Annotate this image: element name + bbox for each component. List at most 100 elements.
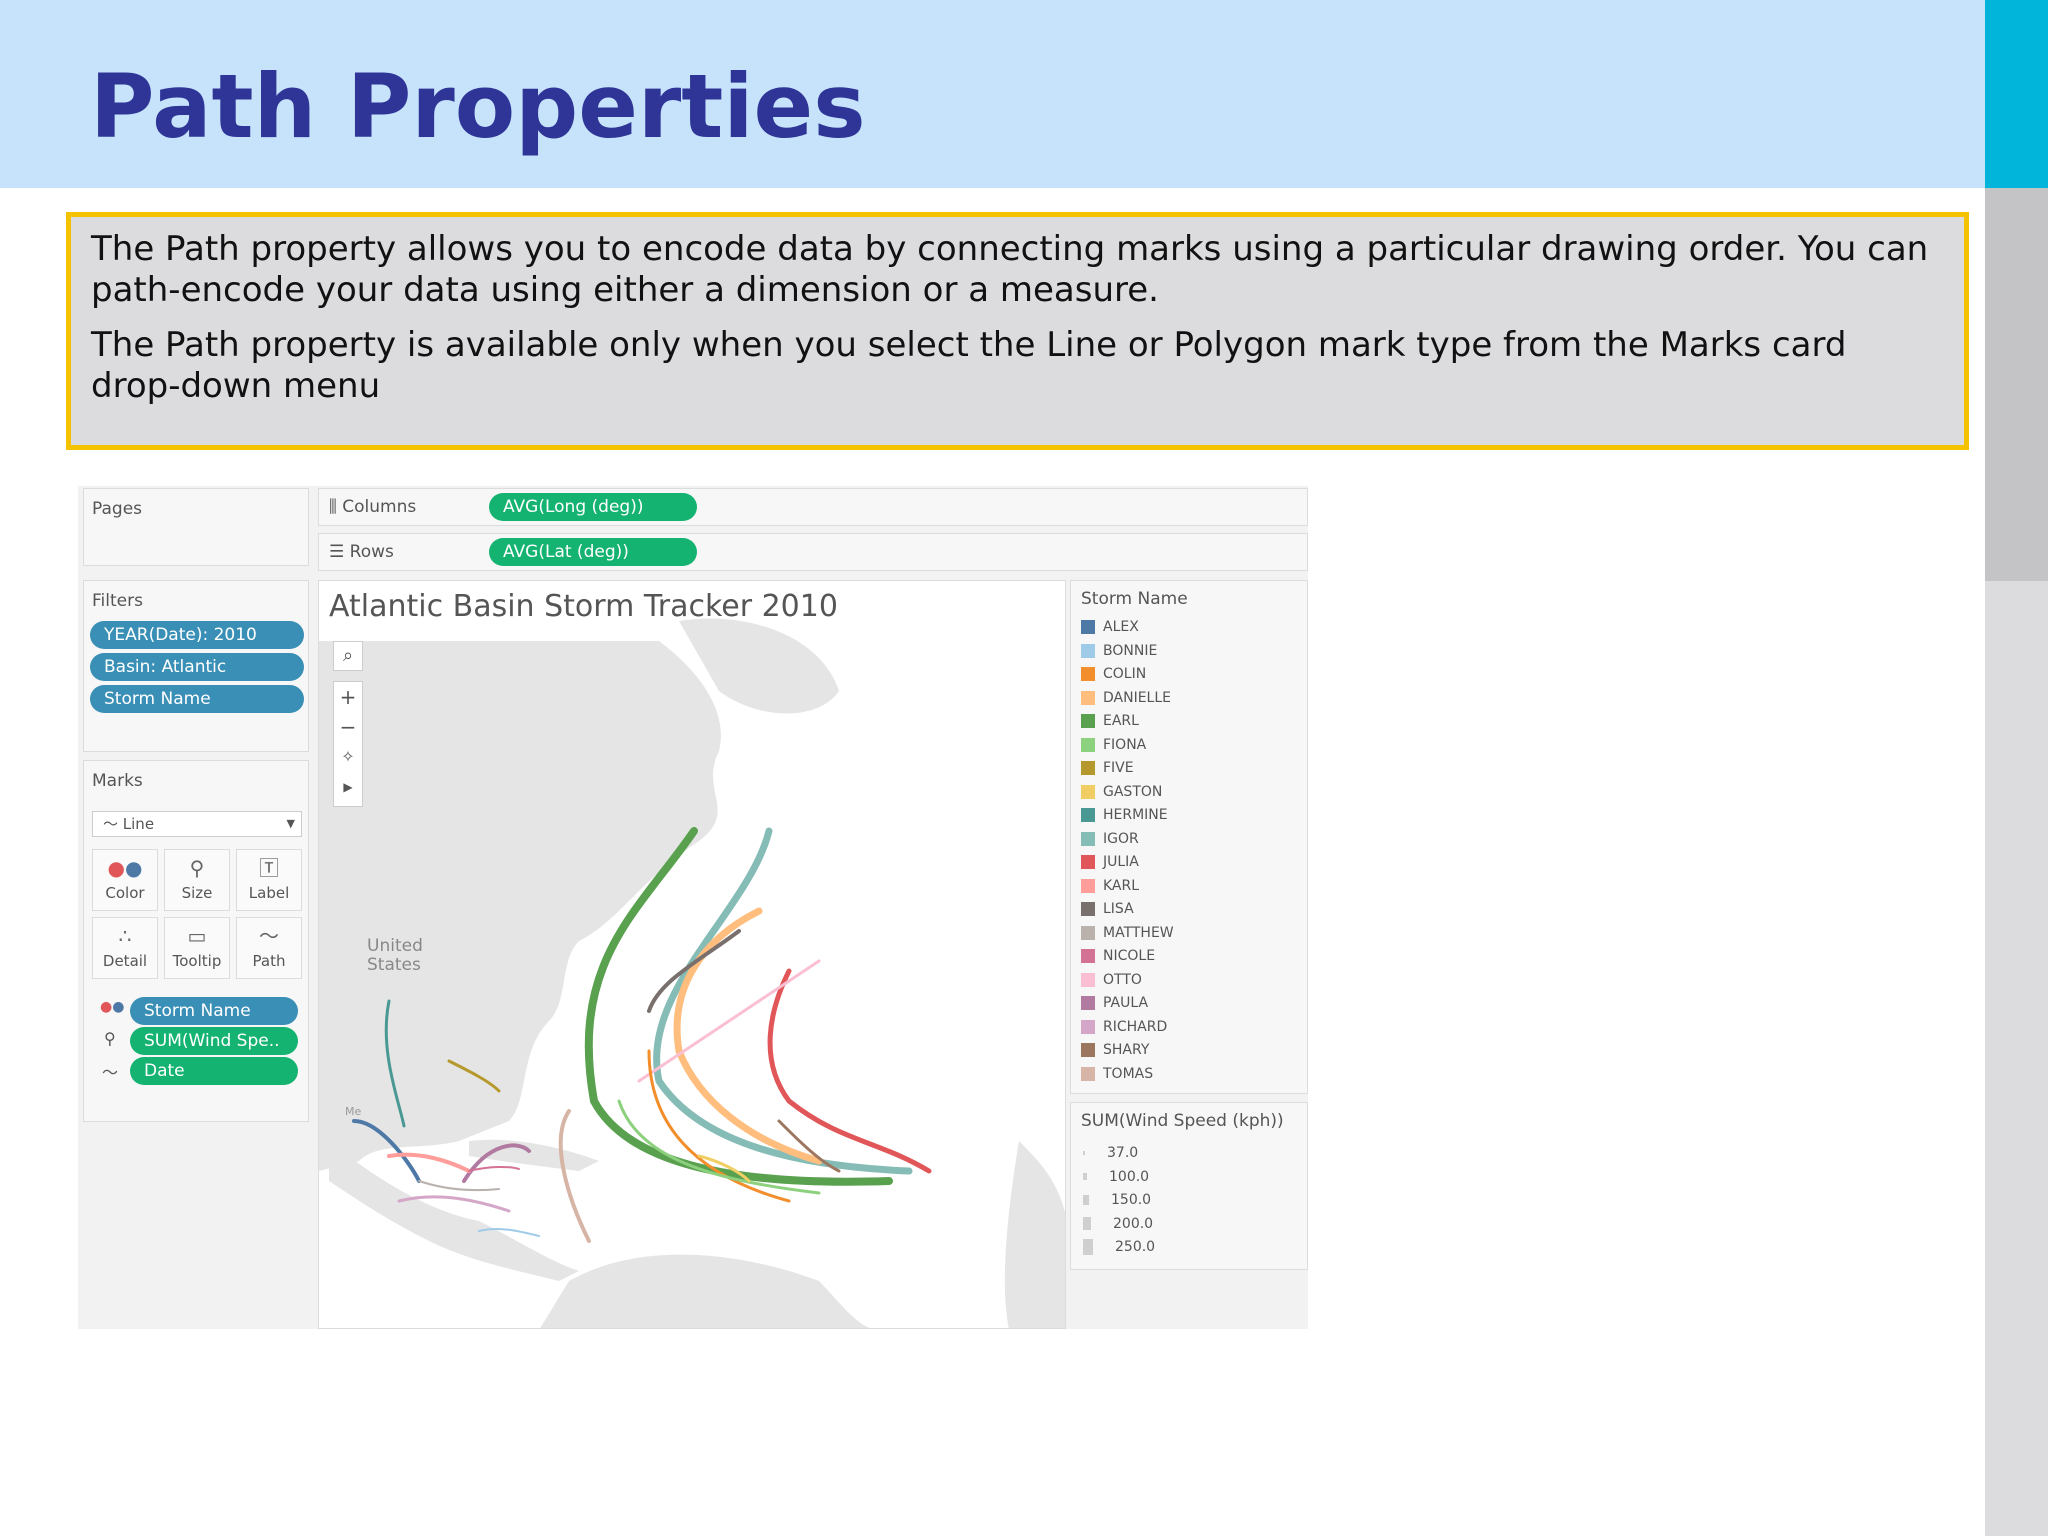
legend-item-label: EARL	[1103, 713, 1139, 729]
storm-track-tomas[interactable]	[558, 1109, 591, 1243]
legend-item-label: OTTO	[1103, 971, 1142, 988]
storm-track-karl[interactable]	[387, 1152, 471, 1173]
marks-field-wind-speed[interactable]: SUM(Wind Spe..	[130, 1027, 298, 1055]
legend-swatch	[1081, 902, 1095, 916]
storm-legend-item[interactable]: SHARY	[1081, 1042, 1149, 1062]
zoom-out-icon[interactable]: −	[334, 712, 362, 742]
filter-pill-year[interactable]: YEAR(Date): 2010	[90, 621, 304, 649]
legend-item-label: PAULA	[1103, 995, 1149, 1011]
legend-item-label: JULIA	[1103, 854, 1139, 870]
description-paragraph-2: The Path property is available only when…	[91, 325, 1847, 406]
storm-name-legend[interactable]: Storm Name ALEX BONNIE COLIN DANIELLE EARL FI…	[1070, 580, 1308, 1094]
marks-field-date[interactable]: Date	[130, 1057, 298, 1085]
marks-size-button[interactable]: ⚲ Size	[164, 849, 230, 911]
size-legend-label: 150.0	[1111, 1192, 1152, 1208]
mark-type-value: Line	[122, 815, 155, 833]
wind-speed-legend[interactable]: SUM(Wind Speed (kph)) 37.0 100.0 150.0 200.…	[1070, 1102, 1308, 1270]
marks-field-storm-name[interactable]: Storm Name	[130, 997, 298, 1025]
storm-legend-item[interactable]: BONNIE	[1081, 643, 1157, 663]
marks-color-button[interactable]: ●● Color	[92, 849, 158, 911]
rows-label: ☰ Rows	[329, 542, 394, 562]
legend-swatch	[1081, 737, 1095, 752]
storm-legend-item[interactable]: TOMAS	[1081, 1066, 1153, 1086]
legend-swatch	[1081, 1066, 1095, 1081]
size-legend-label: 250.0	[1115, 1239, 1156, 1255]
storm-legend-item[interactable]: DANIELLE	[1081, 690, 1171, 710]
storm-legend-item[interactable]: JULIA	[1081, 854, 1139, 874]
chevron-down-icon: ▼	[286, 817, 295, 830]
size-swatch	[1083, 1217, 1091, 1230]
legend-swatch	[1081, 925, 1095, 940]
viz-area[interactable]: Atlantic Basin Storm Tracker 2010 United…	[318, 580, 1066, 1329]
size-legend-item: 200.0	[1083, 1216, 1153, 1236]
pin-icon[interactable]: ✧	[334, 742, 362, 772]
storm-legend-item[interactable]: FIVE	[1081, 760, 1134, 780]
size-legend-label: 100.0	[1109, 1168, 1150, 1185]
storm-legend-item[interactable]: MATTHEW	[1081, 925, 1174, 945]
filters-shelf[interactable]: Filters YEAR(Date): 2010 Basin: Atlantic…	[83, 580, 309, 752]
storm-legend-item[interactable]: NICOLE	[1081, 948, 1155, 968]
legend-item-label: FIONA	[1103, 736, 1147, 753]
legend-swatch	[1081, 784, 1095, 799]
description-paragraph-1: The Path property allows you to encode d…	[91, 229, 1929, 310]
marks-size-label: Size	[181, 884, 213, 902]
storm-legend-item[interactable]: LISA	[1081, 901, 1134, 921]
legend-swatch	[1081, 1019, 1095, 1034]
storm-legend-item[interactable]: EARL	[1081, 713, 1139, 733]
columns-pill[interactable]: AVG(Long (deg))	[489, 493, 697, 521]
storm-legend-item[interactable]: COLIN	[1081, 666, 1146, 686]
storm-legend-title: Storm Name	[1081, 589, 1188, 609]
marks-tooltip-button[interactable]: ▭ Tooltip	[164, 917, 230, 979]
marks-tooltip-label: Tooltip	[172, 952, 222, 970]
legend-item-label: HERMINE	[1103, 807, 1168, 823]
pages-shelf[interactable]: Pages	[83, 488, 309, 566]
legend-item-label: ALEX	[1103, 619, 1139, 635]
side-strip-mid	[1985, 188, 2048, 581]
filter-pill-basin[interactable]: Basin: Atlantic	[90, 653, 304, 681]
legend-swatch	[1081, 949, 1095, 963]
storm-map[interactable]	[319, 581, 1066, 1329]
rows-shelf[interactable]: ☰ Rows AVG(Lat (deg))	[318, 533, 1308, 571]
legend-item-label: MATTHEW	[1103, 924, 1174, 941]
storm-track-matthew[interactable]	[418, 1180, 500, 1192]
legend-item-label: NICOLE	[1103, 948, 1156, 964]
columns-shelf[interactable]: ⫼ Columns AVG(Long (deg))	[318, 488, 1308, 526]
legend-swatch	[1081, 996, 1095, 1010]
storm-legend-item[interactable]: PAULA	[1081, 995, 1148, 1015]
detail-icon: ∴	[118, 924, 132, 948]
storm-track-igor[interactable]	[653, 827, 913, 1175]
storm-track-nicole[interactable]	[468, 1165, 520, 1172]
marks-label-label: Label	[248, 884, 290, 902]
page-title: Path Properties	[90, 55, 866, 158]
legend-item-label: TOMAS	[1103, 1065, 1154, 1082]
marks-path-button[interactable]: 〜 Path	[236, 917, 302, 979]
storm-legend-item[interactable]: ALEX	[1081, 619, 1139, 639]
expand-icon[interactable]: ▶	[334, 772, 362, 802]
storm-legend-item[interactable]: FIONA	[1081, 737, 1146, 757]
filter-pill-storm-name[interactable]: Storm Name	[90, 685, 304, 713]
storm-legend-item[interactable]: RICHARD	[1081, 1019, 1167, 1039]
tooltip-icon: ▭	[187, 924, 207, 948]
storm-legend-item[interactable]: IGOR	[1081, 831, 1139, 851]
mark-type-dropdown[interactable]: 〜 Line ▼	[92, 811, 302, 837]
rows-pill[interactable]: AVG(Lat (deg))	[489, 538, 697, 566]
marks-label-button[interactable]: 🅃 Label	[236, 849, 302, 911]
storm-legend-item[interactable]: OTTO	[1081, 972, 1142, 992]
storm-legend-item[interactable]: GASTON	[1081, 784, 1162, 804]
legend-swatch	[1081, 808, 1095, 822]
map-search-icon[interactable]: ⌕	[333, 641, 363, 671]
land-north-america	[319, 641, 721, 1171]
marks-detail-button[interactable]: ∴ Detail	[92, 917, 158, 979]
columns-label: ⫼ Columns	[329, 497, 416, 517]
zoom-in-icon[interactable]: +	[334, 682, 362, 712]
storm-track-julia[interactable]	[767, 968, 932, 1174]
storm-legend-item[interactable]: HERMINE	[1081, 807, 1168, 827]
storm-legend-item[interactable]: KARL	[1081, 878, 1139, 898]
size-swatch	[1083, 1151, 1085, 1155]
legend-item-label: COLIN	[1103, 666, 1147, 682]
legend-swatch	[1081, 878, 1095, 893]
filters-label: Filters	[92, 591, 143, 611]
land-africa-edge	[1004, 1141, 1065, 1328]
legend-item-label: FIVE	[1103, 760, 1134, 776]
legend-swatch	[1081, 855, 1095, 869]
